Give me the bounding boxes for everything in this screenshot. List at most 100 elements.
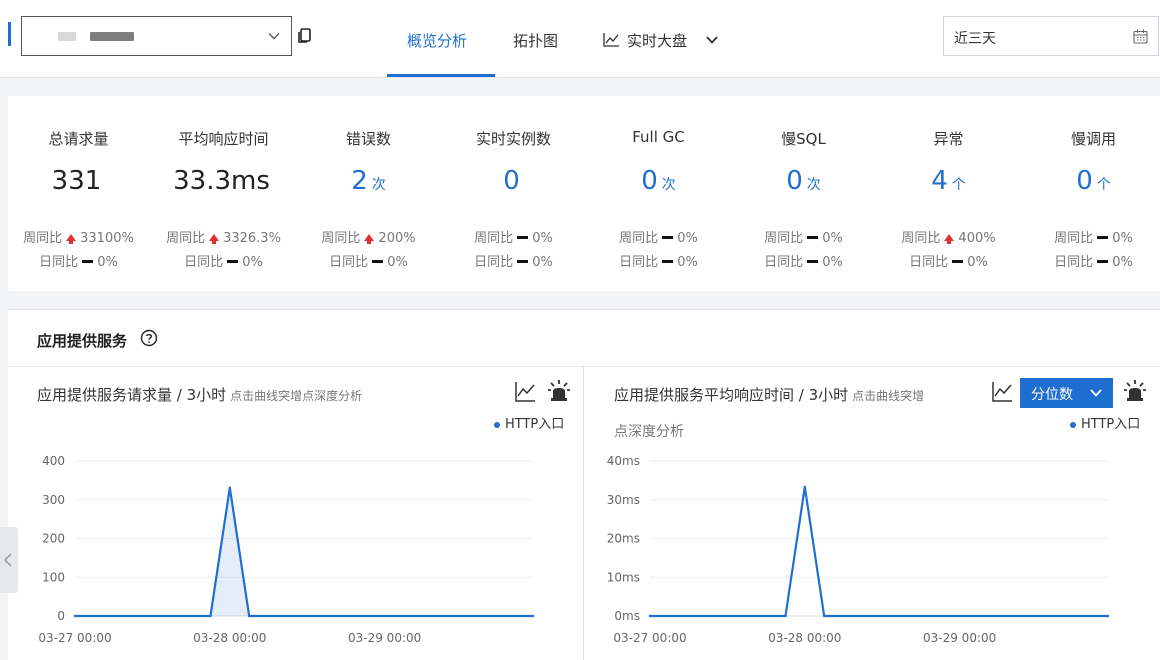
week-over-week: 周同比 3326.3%: [166, 231, 281, 246]
chart-hint: 点击曲线突增点深度分析: [230, 389, 363, 403]
week-over-week: 周同比 400%: [901, 231, 996, 246]
data-point[interactable]: [73, 614, 77, 618]
help-icon[interactable]: [140, 329, 158, 347]
request-volume-chart[interactable]: 0 100 200 300 400 03-27 00:00 03-28 00:00 03-29…: [30, 450, 570, 655]
metric-card[interactable]: 异常 4 个周同比 400% 日同比 0%: [876, 96, 1021, 291]
legend-dot: [1070, 421, 1076, 428]
metric-label: 慢SQL: [781, 130, 826, 148]
app-selector[interactable]: [21, 16, 292, 56]
metric-label: Full GC: [632, 128, 685, 146]
alarm-light-icon[interactable]: [547, 378, 571, 402]
flat-trend-icon: [517, 236, 529, 239]
y-tick-label: 300: [42, 493, 65, 507]
flat-trend-icon: [662, 260, 674, 263]
x-tick-label: 03-28 00:00: [193, 631, 266, 645]
flat-trend-icon: [227, 260, 239, 263]
data-point[interactable]: [228, 486, 232, 489]
data-point[interactable]: [784, 614, 787, 618]
flat-trend-icon: [82, 260, 94, 263]
chevron-down-icon[interactable]: [705, 33, 719, 47]
line-chart-icon[interactable]: [514, 381, 536, 403]
series-line[interactable]: [75, 486, 533, 618]
legend-label: HTTP入口: [1081, 417, 1141, 432]
legend-item[interactable]: HTTP入口: [494, 413, 564, 432]
chart-hint: 点击曲线突增: [852, 389, 925, 403]
legend-item[interactable]: HTTP入口: [1070, 413, 1140, 432]
legend-label: HTTP入口: [505, 417, 565, 432]
divider: [8, 366, 1160, 367]
arrow-up-icon: [209, 234, 220, 244]
sidebar-collapse-tab[interactable]: [0, 527, 18, 593]
data-point[interactable]: [803, 485, 807, 489]
week-over-week: 周同比 0%: [474, 231, 553, 246]
metric-card[interactable]: Full GC 0 次周同比 0% 日同比 0%: [586, 96, 731, 291]
metric-label: 实时实例数: [475, 130, 551, 148]
line-chart-icon: [603, 33, 619, 47]
metric-card[interactable]: 错误数 2 次周同比 200% 日同比 0%: [296, 96, 441, 291]
section-title: 应用提供服务: [37, 332, 128, 350]
metric-value: 4个: [931, 166, 966, 196]
metric-label: 总请求量: [48, 130, 109, 148]
day-over-day: 日同比 0%: [619, 255, 698, 270]
metric-value: 0个: [1076, 166, 1111, 196]
chart-title: 应用提供服务请求量 / 3小时 点击曲线突增点深度分析: [37, 384, 362, 405]
tab-overview[interactable]: 概览分析: [407, 30, 467, 51]
response-time-chart[interactable]: 0ms 10ms 20ms 30ms 40ms 03-27 00:00 03-28 00:0…: [596, 450, 1126, 655]
data-point[interactable]: [822, 614, 826, 618]
metric-card[interactable]: 慢SQL 0 次周同比 0% 日同比 0%: [731, 96, 876, 291]
y-tick-label: 400: [42, 454, 65, 468]
metric-card[interactable]: 慢调用 0 个周同比 0% 日同比 0%: [1021, 96, 1160, 291]
percentile-dropdown-button[interactable]: 分位数: [1020, 378, 1113, 408]
date-range-value: 近三天: [954, 31, 996, 47]
flat-trend-icon: [807, 236, 819, 239]
x-tick-label: 03-27 00:00: [38, 631, 111, 645]
chevron-down-icon: [268, 33, 280, 40]
divider: [583, 367, 584, 660]
metric-value: 0次: [786, 166, 821, 196]
date-range-picker[interactable]: 近三天: [943, 16, 1159, 56]
metric-value: 2次: [351, 166, 386, 196]
data-point[interactable]: [209, 614, 212, 618]
flat-trend-icon: [517, 260, 529, 263]
chevron-left-icon: [3, 553, 12, 567]
chart-title-text: 应用提供服务请求量 / 3小时: [37, 386, 227, 404]
flat-trend-icon: [1097, 236, 1109, 239]
top-bar: 概览分析 拓扑图 实时大盘 近三天: [0, 0, 1160, 78]
metric-card[interactable]: 总请求量 331 周同比 33100% 日同比 0%: [6, 96, 151, 291]
x-tick-label: 03-29 00:00: [923, 631, 996, 645]
copy-icon[interactable]: [298, 28, 312, 43]
percentile-label: 分位数: [1031, 386, 1073, 402]
day-over-day: 日同比 0%: [39, 255, 118, 270]
day-over-day: 日同比 0%: [764, 255, 843, 270]
y-tick-label: 0ms: [614, 609, 640, 623]
y-tick-label: 200: [42, 532, 65, 546]
legend-dot: [494, 421, 500, 428]
data-point[interactable]: [247, 614, 251, 618]
series-area: [75, 487, 533, 616]
data-point[interactable]: [531, 614, 535, 618]
flat-trend-icon: [662, 236, 674, 239]
week-over-week: 周同比 0%: [619, 231, 698, 246]
line-chart-icon[interactable]: [991, 381, 1013, 403]
arrow-up-icon: [364, 234, 375, 244]
data-point[interactable]: [1106, 614, 1110, 618]
data-point[interactable]: [648, 614, 652, 618]
metric-card[interactable]: 实时实例数 0 周同比 0% 日同比 0%: [441, 96, 586, 291]
flat-trend-icon: [372, 260, 384, 263]
chart-title: 应用提供服务平均响应时间 / 3小时 点击曲线突增: [614, 384, 924, 405]
accent-bar: [8, 22, 11, 46]
tab-active-underline: [387, 74, 495, 77]
flat-trend-icon: [807, 260, 819, 263]
metric-value: 33.3ms: [173, 166, 270, 196]
metric-card[interactable]: 平均响应时间 33.3ms 周同比 3326.3% 日同比 0%: [151, 96, 296, 291]
x-tick-label: 03-29 00:00: [348, 631, 421, 645]
series-line[interactable]: [650, 485, 1108, 618]
alarm-light-icon[interactable]: [1123, 378, 1147, 402]
metric-value: 0: [503, 166, 520, 196]
tab-topology[interactable]: 拓扑图: [513, 30, 558, 51]
arrow-up-icon: [944, 234, 955, 244]
y-tick-label: 10ms: [607, 570, 640, 584]
y-tick-label: 100: [42, 570, 65, 584]
tab-realtime-dashboard[interactable]: 实时大盘: [627, 30, 687, 51]
app-name-redacted: [58, 32, 76, 41]
